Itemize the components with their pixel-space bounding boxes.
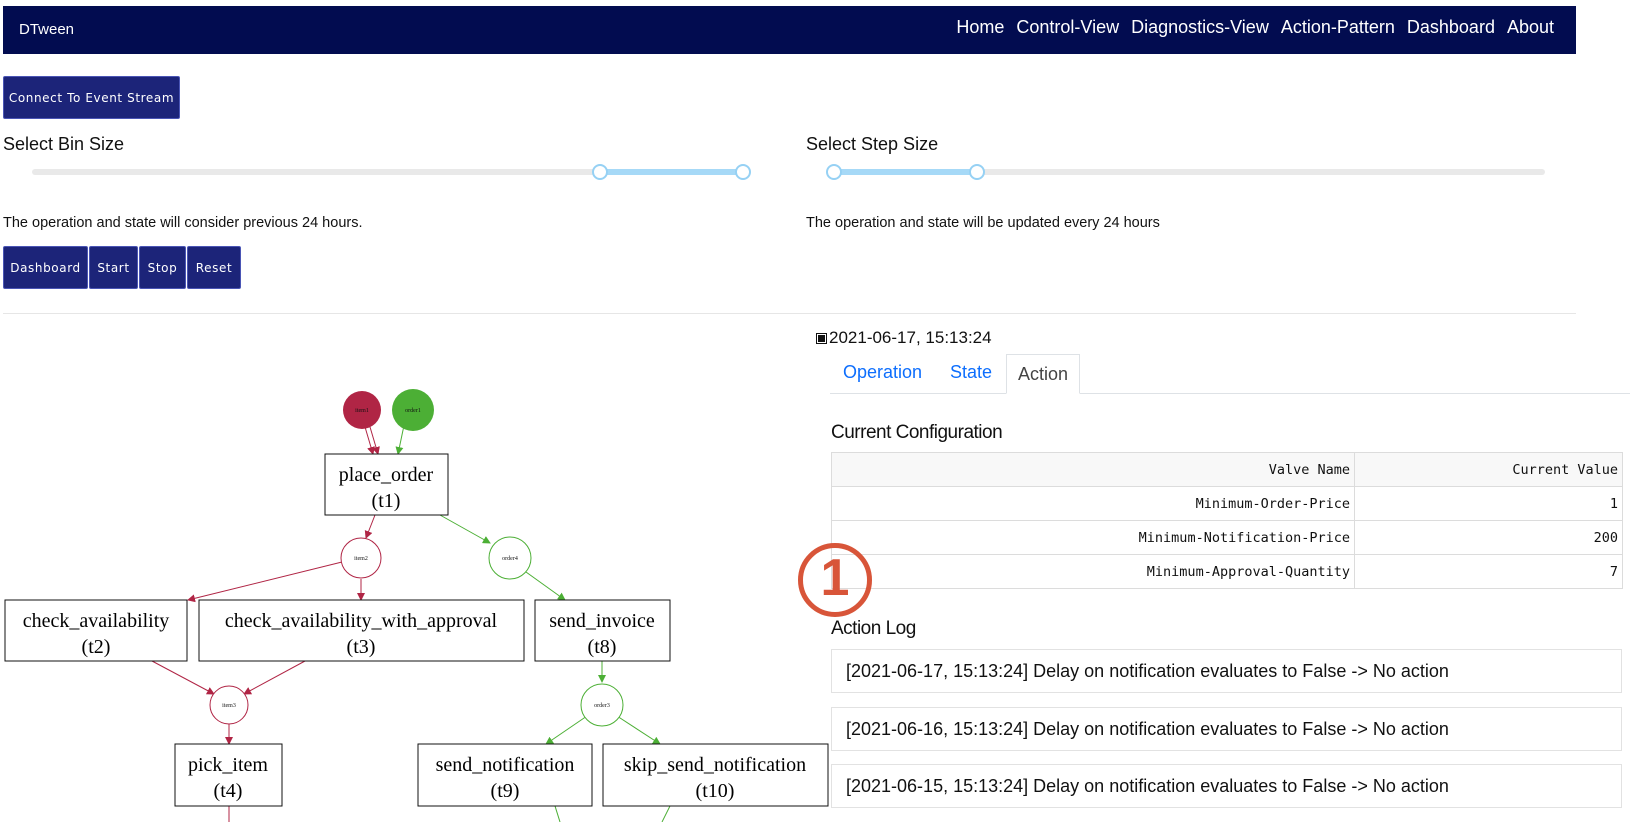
step-size-handle-end[interactable] (969, 164, 985, 180)
log-entry-text: [2021-06-17, 15:13:24] Delay on notifica… (846, 660, 1449, 681)
edge-t10-down (661, 805, 671, 822)
window-square-icon (816, 332, 827, 344)
nav-home[interactable]: Home (956, 17, 1004, 38)
list-item: [2021-06-17, 15:13:24] Delay on notifica… (831, 649, 1622, 693)
list-item: [2021-06-16, 15:13:24] Delay on notifica… (831, 707, 1622, 751)
edge-order3-t10 (616, 715, 661, 745)
config-title: Current Configuration (831, 422, 1003, 443)
valve-value-cell: 7 (1354, 554, 1623, 589)
process-graph: item1 order1 item2 order4 item3 order3 p… (4, 389, 829, 822)
valve-value-cell: 1 (1354, 486, 1623, 521)
transition-t10-id: (t10) (696, 780, 735, 802)
valve-name-cell: Minimum-Notification-Price (831, 520, 1355, 555)
log-entry-text: [2021-06-16, 15:13:24] Delay on notifica… (846, 718, 1449, 739)
transition-t2-name: check_availability (23, 610, 170, 632)
transition-t3-name: check_availability_with_approval (225, 610, 498, 632)
transition-t8-name: send_invoice (549, 610, 655, 632)
transition-t9-name: send_notification (436, 754, 575, 776)
transition-t1-name: place_order (339, 464, 434, 486)
nav-diagnostics-view[interactable]: Diagnostics-View (1131, 17, 1269, 38)
top-navbar: DTween Home Control-View Diagnostics-Vie… (3, 6, 1576, 54)
place-item3-label: item3 (222, 703, 236, 709)
nav-links: Home Control-View Diagnostics-View Actio… (956, 17, 1554, 38)
transition-t4-id: (t4) (214, 780, 243, 802)
edge-item2-t2 (187, 561, 343, 603)
transition-t2-id: (t2) (82, 636, 111, 658)
section-divider (3, 313, 1576, 314)
config-header-valve-name: Valve Name (831, 452, 1355, 487)
transition-t10-name: skip_send_notification (624, 754, 806, 776)
transition-t1-id: (t1) (372, 490, 401, 512)
valve-name-cell: Minimum-Approval-Quantity (831, 554, 1355, 589)
table-row: Minimum-Notification-Price 200 (831, 520, 1623, 555)
tab-operation[interactable]: Operation (843, 362, 922, 383)
valve-value-cell: 200 (1354, 520, 1623, 555)
config-header-row: Valve Name Current Value (831, 452, 1623, 487)
step-size-range (834, 169, 977, 175)
bin-size-label: Select Bin Size (3, 134, 125, 154)
place-order1-label: order1 (405, 408, 421, 414)
edge-t1-order4 (439, 514, 491, 544)
tab-state[interactable]: State (950, 362, 992, 383)
transition-t9-id: (t9) (491, 780, 520, 802)
bin-size-handle-end[interactable] (735, 164, 751, 180)
stop-button[interactable]: Stop (139, 246, 186, 289)
edge-t1-item2 (364, 514, 376, 539)
bin-size-handle-start[interactable] (592, 164, 608, 180)
start-button[interactable]: Start (89, 246, 138, 289)
edge-order3-t9 (545, 715, 588, 745)
nav-about[interactable]: About (1507, 17, 1554, 38)
nav-control-view[interactable]: Control-View (1016, 17, 1119, 38)
list-item: [2021-06-15, 15:13:24] Delay on notifica… (831, 764, 1622, 808)
reset-button[interactable]: Reset (187, 246, 241, 289)
edge-order4-t8 (525, 571, 566, 601)
step-size-handle-start[interactable] (826, 164, 842, 180)
step-size-label: Select Step Size (806, 134, 939, 154)
bin-size-description: The operation and state will consider pr… (3, 215, 363, 231)
bin-size-range (600, 169, 743, 175)
edge-t2-item3 (151, 660, 215, 695)
config-table: Valve Name Current Value Minimum-Order-P… (831, 452, 1623, 589)
connect-event-stream-button[interactable]: Connect To Event Stream (3, 76, 180, 119)
log-entry-text: [2021-06-15, 15:13:24] Delay on notifica… (846, 775, 1449, 796)
transition-t8-id: (t8) (588, 636, 617, 658)
place-order4-label: order4 (502, 556, 518, 562)
table-row: Minimum-Order-Price 1 (831, 486, 1623, 521)
annotation-marker: 1 (798, 543, 872, 617)
table-row: Minimum-Approval-Quantity 7 (831, 554, 1623, 589)
place-item2-label: item2 (354, 556, 368, 562)
edge-t9-down (554, 805, 561, 822)
dashboard-button[interactable]: Dashboard (3, 246, 88, 289)
place-order3-label: order3 (594, 703, 610, 709)
tabs-underline (830, 393, 1630, 394)
place-item1-label: item1 (355, 408, 369, 414)
nav-dashboard[interactable]: Dashboard (1407, 17, 1495, 38)
edge-t3-item3 (243, 660, 306, 695)
action-log-title: Action Log (831, 618, 916, 639)
annotation-number: 1 (820, 549, 850, 607)
tab-action[interactable]: Action (1006, 354, 1080, 394)
timestamp-text: 2021-06-17, 15:13:24 (829, 328, 992, 347)
step-size-description: The operation and state will be updated … (806, 215, 1160, 231)
transition-t3-id: (t3) (347, 636, 376, 658)
timestamp-header: 2021-06-17, 15:13:24 (816, 328, 992, 348)
config-header-current-value: Current Value (1354, 452, 1623, 487)
valve-name-cell: Minimum-Order-Price (831, 486, 1355, 521)
brand-name[interactable]: DTween (19, 21, 74, 38)
transition-t4-name: pick_item (188, 754, 268, 776)
nav-action-pattern[interactable]: Action-Pattern (1281, 17, 1395, 38)
